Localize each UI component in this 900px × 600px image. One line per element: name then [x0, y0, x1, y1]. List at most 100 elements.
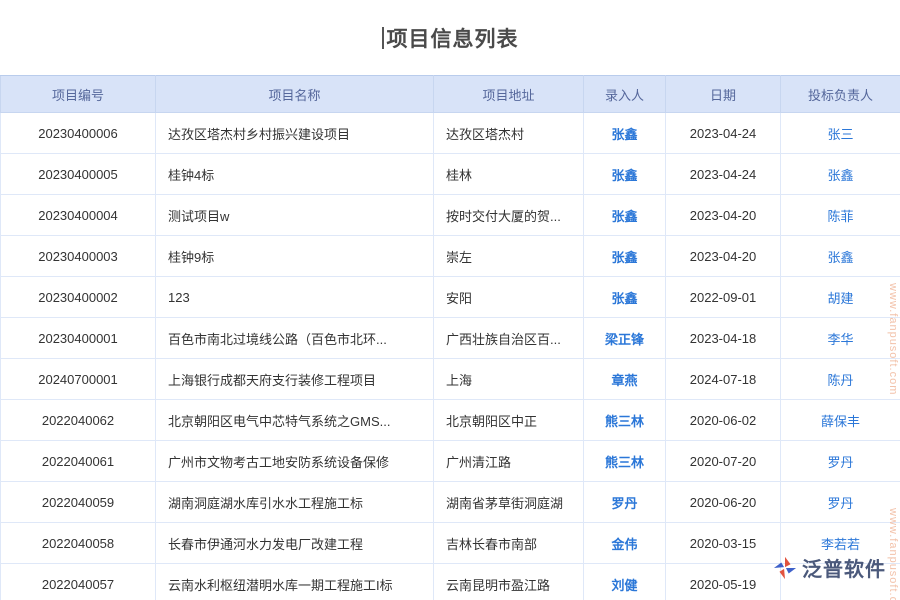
bid-manager-link[interactable]: 张鑫 — [827, 250, 853, 265]
project-id-cell: 2022040062 — [1, 400, 156, 441]
entry-person-link[interactable]: 熊三林 — [605, 455, 644, 470]
bid-manager-link[interactable]: 薛保丰 — [821, 414, 860, 429]
bid-manager-link[interactable]: 李华 — [827, 332, 853, 347]
bid-manager-cell: 陈菲 — [781, 195, 900, 236]
project-name-cell: 长春市伊通河水力发电厂改建工程 — [156, 523, 434, 564]
entry-person-cell: 刘健 — [584, 564, 666, 600]
project-address-cell: 吉林长春市南部 — [434, 523, 584, 564]
entry-person-cell: 张鑫 — [584, 277, 666, 318]
project-id-cell: 20230400005 — [1, 154, 156, 195]
entry-person-cell: 张鑫 — [584, 195, 666, 236]
project-id-cell: 20230400002 — [1, 277, 156, 318]
project-address-cell: 崇左 — [434, 236, 584, 277]
project-name-cell: 云南水利枢纽潜明水库一期工程施工I标 — [156, 564, 434, 600]
project-id-cell: 2022040059 — [1, 482, 156, 523]
entry-person-link[interactable]: 章燕 — [611, 373, 637, 388]
project-name-cell: 测试项目w — [156, 195, 434, 236]
table-row: 2022040059 湖南洞庭湖水库引水水工程施工标 湖南省茅草街洞庭湖 罗丹 … — [1, 482, 900, 523]
entry-person-cell: 熊三林 — [584, 441, 666, 482]
table-header: 项目编号 项目名称 项目地址 录入人 日期 投标负责人 — [1, 76, 900, 113]
entry-person-link[interactable]: 刘健 — [611, 578, 637, 593]
bid-manager-link[interactable]: 李若若 — [821, 537, 860, 552]
project-id-cell: 20230400001 — [1, 318, 156, 359]
table-row: 2022040057 云南水利枢纽潜明水库一期工程施工I标 云南昆明市盈江路 刘… — [1, 564, 900, 600]
bid-manager-cell: 李若若 — [781, 523, 900, 564]
date-cell: 2023-04-20 — [666, 236, 781, 277]
entry-person-cell: 张鑫 — [584, 113, 666, 154]
project-address-cell: 云南昆明市盈江路 — [434, 564, 584, 600]
project-id-cell: 20240700001 — [1, 359, 156, 400]
entry-person-cell: 张鑫 — [584, 236, 666, 277]
bid-manager-link[interactable]: 陈丹 — [827, 373, 853, 388]
project-address-cell: 桂林 — [434, 154, 584, 195]
project-address-cell: 安阳 — [434, 277, 584, 318]
project-name-cell: 北京朝阳区电气中芯特气系统之GMS... — [156, 400, 434, 441]
date-cell: 2020-06-02 — [666, 400, 781, 441]
entry-person-link[interactable]: 梁正锋 — [605, 332, 644, 347]
date-cell: 2023-04-20 — [666, 195, 781, 236]
bid-manager-cell: 罗丹 — [781, 441, 900, 482]
column-header-date: 日期 — [666, 76, 781, 113]
project-name-cell: 上海银行成都天府支行装修工程项目 — [156, 359, 434, 400]
bid-manager-cell — [781, 564, 900, 600]
table-row: 20230400005 桂钟4标 桂林 张鑫 2023-04-24 张鑫 — [1, 154, 900, 195]
project-id-cell: 20230400006 — [1, 113, 156, 154]
table-row: 20230400002 123 安阳 张鑫 2022-09-01 胡建 — [1, 277, 900, 318]
date-cell: 2020-07-20 — [666, 441, 781, 482]
entry-person-link[interactable]: 张鑫 — [611, 250, 637, 265]
project-id-cell: 2022040061 — [1, 441, 156, 482]
entry-person-link[interactable]: 张鑫 — [611, 209, 637, 224]
bid-manager-link[interactable]: 陈菲 — [827, 209, 853, 224]
bid-manager-cell: 薛保丰 — [781, 400, 900, 441]
date-cell: 2020-06-20 — [666, 482, 781, 523]
table-row: 2022040061 广州市文物考古工地安防系统设备保修 广州清江路 熊三林 2… — [1, 441, 900, 482]
bid-manager-cell: 张鑫 — [781, 154, 900, 195]
project-address-cell: 北京朝阳区中正 — [434, 400, 584, 441]
entry-person-cell: 章燕 — [584, 359, 666, 400]
project-name-cell: 达孜区塔杰村乡村振兴建设项目 — [156, 113, 434, 154]
table-row: 20230400006 达孜区塔杰村乡村振兴建设项目 达孜区塔杰村 张鑫 202… — [1, 113, 900, 154]
column-header-bid-manager: 投标负责人 — [781, 76, 900, 113]
project-address-cell: 达孜区塔杰村 — [434, 113, 584, 154]
table-body: 20230400006 达孜区塔杰村乡村振兴建设项目 达孜区塔杰村 张鑫 202… — [1, 113, 900, 600]
project-address-cell: 上海 — [434, 359, 584, 400]
date-cell: 2023-04-24 — [666, 154, 781, 195]
bid-manager-link[interactable]: 张鑫 — [827, 168, 853, 183]
bid-manager-cell: 胡建 — [781, 277, 900, 318]
project-name-cell: 广州市文物考古工地安防系统设备保修 — [156, 441, 434, 482]
project-info-table: 项目编号 项目名称 项目地址 录入人 日期 投标负责人 20230400006 … — [0, 75, 900, 600]
page-header: 项目信息列表 — [0, 0, 900, 75]
column-header-entry-person: 录入人 — [584, 76, 666, 113]
table-row: 20230400004 测试项目w 按时交付大厦的贺... 张鑫 2023-04… — [1, 195, 900, 236]
table-row: 2022040062 北京朝阳区电气中芯特气系统之GMS... 北京朝阳区中正 … — [1, 400, 900, 441]
entry-person-cell: 熊三林 — [584, 400, 666, 441]
project-id-cell: 20230400004 — [1, 195, 156, 236]
entry-person-link[interactable]: 张鑫 — [611, 291, 637, 306]
project-name-cell: 桂钟9标 — [156, 236, 434, 277]
bid-manager-cell: 罗丹 — [781, 482, 900, 523]
entry-person-cell: 张鑫 — [584, 154, 666, 195]
project-name-cell: 桂钟4标 — [156, 154, 434, 195]
project-address-cell: 按时交付大厦的贺... — [434, 195, 584, 236]
bid-manager-cell: 张鑫 — [781, 236, 900, 277]
bid-manager-link[interactable]: 罗丹 — [827, 496, 853, 511]
entry-person-link[interactable]: 金伟 — [611, 537, 637, 552]
entry-person-link[interactable]: 张鑫 — [611, 127, 637, 142]
date-cell: 2020-03-15 — [666, 523, 781, 564]
entry-person-link[interactable]: 罗丹 — [611, 496, 637, 511]
project-id-cell: 2022040057 — [1, 564, 156, 600]
entry-person-link[interactable]: 张鑫 — [611, 168, 637, 183]
entry-person-cell: 梁正锋 — [584, 318, 666, 359]
entry-person-cell: 金伟 — [584, 523, 666, 564]
bid-manager-link[interactable]: 胡建 — [827, 291, 853, 306]
bid-manager-link[interactable]: 张三 — [827, 127, 853, 142]
table-row: 20230400003 桂钟9标 崇左 张鑫 2023-04-20 张鑫 — [1, 236, 900, 277]
entry-person-cell: 罗丹 — [584, 482, 666, 523]
date-cell: 2023-04-18 — [666, 318, 781, 359]
date-cell: 2024-07-18 — [666, 359, 781, 400]
bid-manager-link[interactable]: 罗丹 — [827, 455, 853, 470]
date-cell: 2023-04-24 — [666, 113, 781, 154]
bid-manager-cell: 李华 — [781, 318, 900, 359]
table-row: 2022040058 长春市伊通河水力发电厂改建工程 吉林长春市南部 金伟 20… — [1, 523, 900, 564]
entry-person-link[interactable]: 熊三林 — [605, 414, 644, 429]
